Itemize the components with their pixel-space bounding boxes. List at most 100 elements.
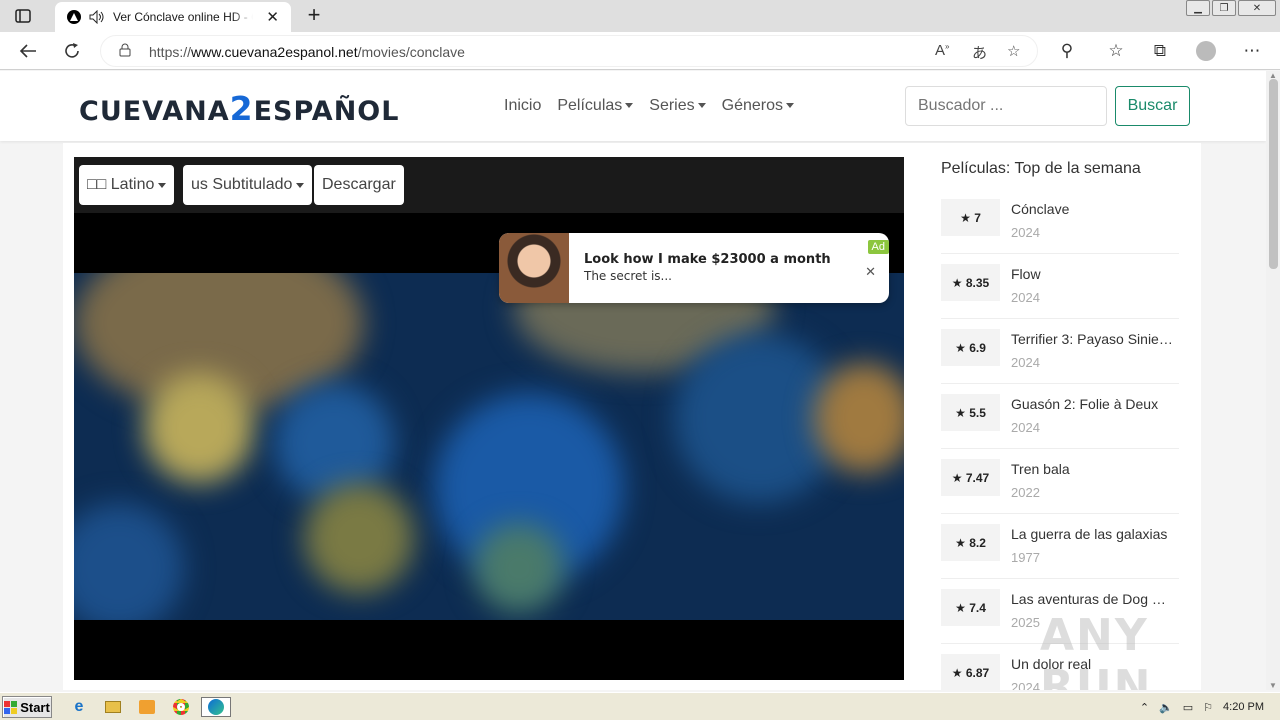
movie-year: 2024 (1011, 420, 1040, 435)
ad-headline[interactable]: Look how I make $23000 a month (584, 252, 831, 267)
tab-actions-icon[interactable] (12, 6, 34, 26)
rating-badge: ★ 5.5 (941, 394, 1000, 431)
windows-taskbar: Start e ⌃ 🔈 ▭ ⚐ 4:20 PM (0, 692, 1280, 720)
site-favicon-icon (67, 10, 81, 24)
movie-year: 2024 (1011, 225, 1040, 240)
windows-logo-icon (4, 700, 18, 714)
sidebar-movie-item[interactable]: ★ 7.47 Tren bala 2022 (941, 449, 1179, 514)
collections-icon[interactable]: ⧉ (1149, 40, 1171, 62)
search-button[interactable]: Buscar (1115, 86, 1190, 126)
url-scheme: https:// (149, 44, 192, 60)
nav-inicio[interactable]: Inicio (504, 97, 541, 115)
main-nav: Inicio Películas Series Géneros (504, 97, 794, 115)
network-icon[interactable]: ▭ (1183, 701, 1193, 714)
rating-badge: ★ 7 (941, 199, 1000, 236)
clock[interactable]: 4:20 PM (1223, 701, 1264, 713)
profile-avatar-icon[interactable] (1195, 40, 1217, 62)
add-favorite-icon[interactable]: ☆ (1007, 42, 1020, 60)
rating-badge: ★ 8.2 (941, 524, 1000, 561)
movie-year: 1977 (1011, 550, 1040, 565)
audio-playing-icon[interactable] (89, 10, 105, 24)
restore-button[interactable]: ❐ (1212, 0, 1236, 16)
sidebar-movie-item[interactable]: ★ 8.2 La guerra de las galaxias 1977 (941, 514, 1179, 579)
download-button[interactable]: Descargar (314, 165, 404, 205)
movie-title[interactable]: Guasón 2: Folie à Deux (1011, 396, 1175, 412)
sidebar-title: Películas: Top de la semana (941, 160, 1141, 177)
tab-close-icon[interactable]: ✕ (266, 8, 279, 26)
read-aloud-icon[interactable]: A» (935, 42, 949, 59)
sidebar-movie-item[interactable]: ★ 6.9 Terrifier 3: Payaso Siniestro 2024 (941, 319, 1179, 384)
bokeh-light (74, 503, 184, 620)
ad-close-icon[interactable]: ✕ (865, 264, 876, 280)
close-window-button[interactable]: ✕ (1238, 0, 1276, 16)
ie-icon[interactable]: e (68, 697, 90, 717)
movie-title[interactable]: Terrifier 3: Payaso Siniestro (1011, 331, 1175, 347)
sidebar-movie-item[interactable]: ★ 8.35 Flow 2024 (941, 254, 1179, 319)
url-domain: www.cuevana2espanol.net (191, 44, 358, 60)
extensions-icon[interactable]: ⚲ (1056, 40, 1078, 62)
web-page: CUEVANA2ESPAÑOL Inicio Películas Series … (0, 71, 1266, 690)
site-header: CUEVANA2ESPAÑOL Inicio Películas Series … (0, 71, 1266, 141)
movie-title[interactable]: Cónclave (1011, 201, 1175, 217)
movie-year: 2024 (1011, 680, 1040, 690)
movie-year: 2024 (1011, 355, 1040, 370)
ad-badge: Ad (867, 240, 889, 254)
video-frame[interactable] (74, 273, 904, 620)
media-player-icon[interactable] (136, 697, 158, 717)
back-arrow-icon[interactable] (17, 40, 39, 62)
system-tray: ⌃ 🔈 ▭ ⚐ 4:20 PM (1132, 695, 1280, 719)
logo-text-left: CUEVANA (79, 96, 230, 127)
movie-title[interactable]: Flow (1011, 266, 1175, 282)
bokeh-light (304, 483, 414, 593)
volume-icon[interactable]: 🔈 (1159, 701, 1173, 714)
explorer-icon[interactable] (102, 697, 124, 717)
movie-title[interactable]: Tren bala (1011, 461, 1175, 477)
bokeh-light (144, 373, 254, 483)
tray-expand-icon[interactable]: ⌃ (1140, 701, 1149, 714)
edge-icon[interactable] (201, 697, 231, 717)
nav-series[interactable]: Series (649, 97, 705, 115)
start-button[interactable]: Start (2, 696, 52, 718)
flag-icon[interactable]: ⚐ (1203, 701, 1213, 714)
movie-year: 2025 (1011, 615, 1040, 630)
ad-popup[interactable]: Look how I make $23000 a month The secre… (499, 233, 889, 303)
browser-titlebar: Ver Cónclave online HD - Cuevana 2 ✕ + ▁… (0, 0, 1280, 32)
browser-tab[interactable]: Ver Cónclave online HD - Cuevana 2 ✕ (55, 2, 291, 32)
address-bar[interactable]: https://www.cuevana2espanol.net/movies/c… (100, 35, 1038, 67)
page-scrollbar[interactable]: ▲ ▼ (1266, 71, 1280, 690)
logo-text-two: 2 (229, 89, 254, 128)
browser-toolbar: https://www.cuevana2espanol.net/movies/c… (0, 32, 1280, 70)
movie-year: 2024 (1011, 290, 1040, 305)
refresh-icon[interactable] (61, 40, 83, 62)
chrome-icon[interactable] (170, 697, 192, 717)
favorites-icon[interactable]: ☆ (1105, 40, 1127, 62)
rating-badge: ★ 8.35 (941, 264, 1000, 301)
sidebar-movie-item[interactable]: ★ 5.5 Guasón 2: Folie à Deux 2024 (941, 384, 1179, 449)
audio-language-dropdown[interactable]: □□ Latino (79, 165, 175, 205)
nav-generos[interactable]: Géneros (722, 97, 794, 115)
lock-icon[interactable] (119, 43, 131, 62)
site-logo[interactable]: CUEVANA2ESPAÑOL (79, 89, 399, 128)
logo-text-right: ESPAÑOL (253, 96, 400, 127)
url-text[interactable]: https://www.cuevana2espanol.net/movies/c… (149, 44, 465, 60)
rating-badge: ★ 6.9 (941, 329, 1000, 366)
more-menu-icon[interactable]: ⋯ (1241, 40, 1263, 62)
search-input[interactable] (905, 86, 1107, 126)
scroll-down-icon[interactable]: ▼ (1269, 681, 1277, 690)
movie-title[interactable]: Las aventuras de Dog Man (1011, 591, 1175, 607)
scrollbar-thumb[interactable] (1269, 79, 1278, 269)
subtitle-dropdown[interactable]: us Subtitulado (183, 165, 313, 205)
anyrun-watermark: ANY RUN (1040, 610, 1153, 690)
rating-badge: ★ 6.87 (941, 654, 1000, 690)
new-tab-button[interactable]: + (303, 4, 325, 26)
translate-icon[interactable]: あ (972, 42, 987, 63)
sidebar-movie-item[interactable]: ★ 7 Cónclave 2024 (941, 189, 1179, 254)
start-label: Start (20, 699, 50, 715)
bokeh-light (814, 363, 904, 473)
rating-badge: ★ 7.47 (941, 459, 1000, 496)
ad-thumbnail[interactable] (499, 233, 569, 303)
movie-title[interactable]: La guerra de las galaxias (1011, 526, 1175, 542)
minimize-button[interactable]: ▁ (1186, 0, 1210, 16)
ad-subtext[interactable]: The secret is... (584, 269, 672, 283)
nav-peliculas[interactable]: Películas (557, 97, 633, 115)
